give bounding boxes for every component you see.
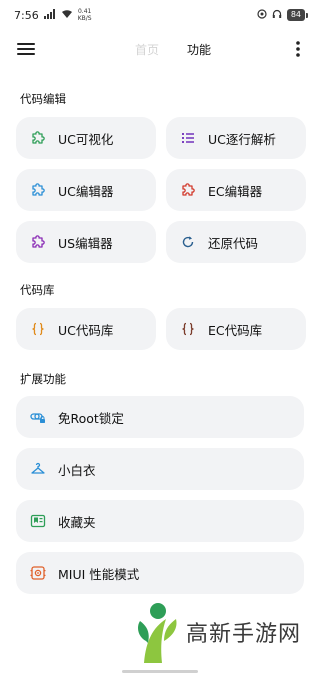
puzzle-icon xyxy=(30,234,46,250)
rootless-lock-label: 免Root锁定 xyxy=(58,410,124,426)
rootless-lock-button[interactable]: 免Root锁定 xyxy=(16,396,304,438)
link-lock-icon xyxy=(30,409,46,425)
restore-code-button[interactable]: 还原代码 xyxy=(166,221,306,263)
watermark-text: 高新手游网 xyxy=(186,622,302,647)
uc-code-library-button[interactable]: UC代码库 xyxy=(16,308,156,350)
more-options-button[interactable] xyxy=(288,39,308,59)
uc-visualize-button[interactable]: UC可视化 xyxy=(16,117,156,159)
ec-code-library-button[interactable]: EC代码库 xyxy=(166,308,306,350)
list-icon xyxy=(180,130,196,146)
little-white-clothes-label: 小白衣 xyxy=(58,462,96,478)
tab-bar: 首页 功能 xyxy=(135,41,211,58)
puzzle-icon xyxy=(30,130,46,146)
miui-performance-mode-button[interactable]: MIUI 性能模式 xyxy=(16,552,304,594)
signal-icon xyxy=(43,8,56,22)
ec-editor-label: EC编辑器 xyxy=(208,183,263,199)
battery-indicator: 84 xyxy=(286,9,308,21)
uc-line-parse-label: UC逐行解析 xyxy=(208,131,276,147)
section-title-code-edit: 代码编辑 xyxy=(20,92,66,106)
home-indicator[interactable] xyxy=(122,670,198,673)
tab-home[interactable]: 首页 xyxy=(135,41,159,58)
menu-button[interactable] xyxy=(16,39,36,59)
section-title-extensions: 扩展功能 xyxy=(20,372,66,386)
restore-code-label: 还原代码 xyxy=(208,235,259,251)
performance-icon xyxy=(30,565,46,581)
code-edit-grid: UC可视化 UC逐行解析 UC编辑器 EC编辑器 US编辑器 还原代码 xyxy=(0,117,320,263)
uc-editor-label: UC编辑器 xyxy=(58,183,114,199)
hamburger-icon xyxy=(17,43,35,55)
code-library-grid: UC代码库 EC代码库 xyxy=(0,308,320,350)
tab-functions[interactable]: 功能 xyxy=(187,41,211,58)
puzzle-icon xyxy=(180,182,196,198)
puzzle-icon xyxy=(30,182,46,198)
status-bar: 7:56 0.41 KB/S 84 xyxy=(0,0,320,30)
uc-editor-button[interactable]: UC编辑器 xyxy=(16,169,156,211)
braces-icon xyxy=(30,321,46,337)
headset-icon xyxy=(272,9,282,22)
us-editor-label: US编辑器 xyxy=(58,235,113,251)
alarm-icon xyxy=(257,8,267,22)
section-title-code-library: 代码库 xyxy=(20,283,55,297)
watermark: 高新手游网 xyxy=(136,601,301,663)
miui-performance-mode-label: MIUI 性能模式 xyxy=(58,566,140,582)
favorites-label: 收藏夹 xyxy=(58,514,96,530)
us-editor-button[interactable]: US编辑器 xyxy=(16,221,156,263)
uc-visualize-label: UC可视化 xyxy=(58,131,114,147)
braces-icon xyxy=(180,321,196,337)
refresh-icon xyxy=(180,234,196,250)
watermark-logo-icon xyxy=(138,603,177,663)
app-bar: 首页 功能 xyxy=(0,30,320,68)
more-vert-icon xyxy=(296,41,300,57)
favorites-button[interactable]: 收藏夹 xyxy=(16,500,304,542)
wifi-icon xyxy=(61,9,73,22)
ec-editor-button[interactable]: EC编辑器 xyxy=(166,169,306,211)
status-time: 7:56 xyxy=(14,8,39,22)
uc-code-library-label: UC代码库 xyxy=(58,322,114,338)
hanger-icon xyxy=(30,461,46,477)
uc-line-parse-button[interactable]: UC逐行解析 xyxy=(166,117,306,159)
ec-code-library-label: EC代码库 xyxy=(208,322,263,338)
net-speed: 0.41 KB/S xyxy=(77,8,92,22)
little-white-clothes-button[interactable]: 小白衣 xyxy=(16,448,304,490)
bookmark-icon xyxy=(30,513,46,529)
